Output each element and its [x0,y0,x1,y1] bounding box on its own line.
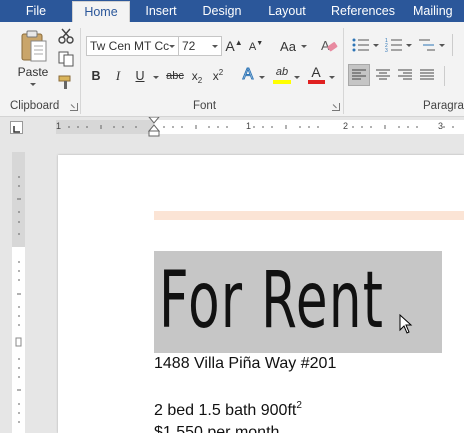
paragraph-group-label: Paragra [423,100,464,112]
tab-file[interactable]: File [0,0,72,22]
font-color-icon: A [311,64,321,80]
ribbon-tab-bar: File Home Insert Design Layout Reference… [0,0,464,23]
subscript-button[interactable]: x2 [189,67,205,85]
tab-references[interactable]: References [325,0,401,22]
font-size-value: 72 [182,39,196,53]
strikethrough-button[interactable]: abc [164,67,186,85]
underline-button[interactable]: U [133,67,147,85]
details-text: 2 bed 1.5 bath 900ft [154,402,297,419]
font-name-value: Tw Cen MT Cc [90,39,170,53]
font-color-button[interactable]: A [308,64,324,80]
font-size-combobox[interactable]: 72 [178,36,222,56]
paste-dropdown-icon[interactable] [30,83,36,86]
document-page[interactable]: For Rent 1488 Villa Piña Way #201 2 bed … [58,155,464,433]
underline-dropdown-icon[interactable] [153,76,159,79]
vertical-ruler[interactable] [12,152,25,433]
change-case-button[interactable]: Aa [276,36,300,56]
superscript-mark: 2 [218,67,224,77]
horizontal-ruler[interactable]: 1 1 2 3 [56,117,464,137]
text-effects-button[interactable]: A [240,65,256,85]
numbering-dropdown-icon[interactable] [406,44,412,47]
ribbon: Paste Clipboard Tw Cen MT Cc 72 A ▲ A ▼ … [0,22,464,117]
highlight-button[interactable]: ab [272,64,292,80]
indent-marker-icon[interactable] [148,117,160,137]
header-rule [154,211,464,220]
chevron-down-icon [212,45,218,48]
group-divider [80,28,81,114]
ruler-number: 1 [246,121,252,131]
chevron-down-icon [169,45,175,48]
svg-text:A: A [321,38,330,53]
details-superscript: 2 [296,400,302,411]
tab-mailings[interactable]: Mailing [413,0,464,22]
bullets-dropdown-icon[interactable] [373,44,379,47]
justify-icon[interactable] [417,65,437,90]
tab-design[interactable]: Design [192,0,252,22]
font-color-dropdown-icon[interactable] [329,76,335,79]
highlight-dropdown-icon[interactable] [294,76,300,79]
tab-insert[interactable]: Insert [130,0,192,22]
clipboard-dialog-launcher-icon[interactable] [70,103,78,111]
copy-icon[interactable] [58,51,74,72]
font-dialog-launcher-icon[interactable] [332,103,340,111]
ruler-number: 2 [343,121,349,131]
clipboard-group-label: Clipboard [10,100,60,112]
multilevel-list-dropdown-icon[interactable] [439,44,445,47]
shrink-font-icon: A [248,41,257,53]
cut-icon[interactable] [58,28,74,49]
bold-button[interactable]: B [89,67,103,85]
svg-text:3: 3 [385,48,388,53]
decrease-indent-icon[interactable] [452,34,464,56]
font-name-combobox[interactable]: Tw Cen MT Cc [86,36,179,56]
shrink-font-button[interactable]: A ▼ [248,38,264,56]
ruler-number: 3 [438,121,444,131]
clear-formatting-icon[interactable]: A [320,37,338,60]
address-line[interactable]: 1488 Villa Piña Way #201 [154,355,336,373]
numbering-icon[interactable]: 1 2 3 [385,37,403,58]
grow-font-button[interactable]: A ▲ [225,36,242,56]
text-effects-dropdown-icon[interactable] [259,76,265,79]
italic-button[interactable]: I [111,67,125,85]
paste-button[interactable]: Paste [14,65,52,79]
change-case-dropdown-icon[interactable] [301,45,307,48]
change-case-icon: Aa [280,38,296,54]
subscript-mark: 2 [197,75,203,85]
price-line[interactable]: $1,550 per month [154,424,279,433]
paste-icon[interactable] [20,30,48,69]
ruler-number: 1 [56,121,62,131]
align-left-icon [352,69,366,80]
group-divider [343,28,344,114]
multilevel-list-icon[interactable] [418,37,436,58]
align-center-icon[interactable] [373,65,393,90]
tab-layout[interactable]: Layout [255,0,319,22]
word-window: File Home Insert Design Layout Reference… [0,0,464,433]
document-title[interactable]: For Rent [159,262,384,340]
text-effects-icon: A [242,66,254,84]
ruler-ticks [68,125,454,129]
vertical-ruler-ticks [15,176,22,423]
highlight-color-swatch [273,80,291,84]
mouse-cursor-icon [399,314,413,334]
font-color-swatch [308,80,325,84]
superscript-button[interactable]: x2 [210,67,226,85]
bullets-icon[interactable] [352,37,370,58]
highlight-icon: ab [275,66,289,78]
tab-selector-icon[interactable] [10,121,23,134]
align-right-icon[interactable] [395,65,415,90]
grow-font-icon: A [225,38,235,54]
format-painter-icon[interactable] [58,74,74,95]
align-left-button[interactable] [348,64,370,86]
line-spacing-icon[interactable] [444,66,464,86]
details-line[interactable]: 2 bed 1.5 bath 900ft2 [154,400,302,420]
tab-home[interactable]: Home [72,1,130,23]
font-group-label: Font [193,100,217,112]
horizontal-ruler-area: 1 1 2 3 [0,117,464,137]
